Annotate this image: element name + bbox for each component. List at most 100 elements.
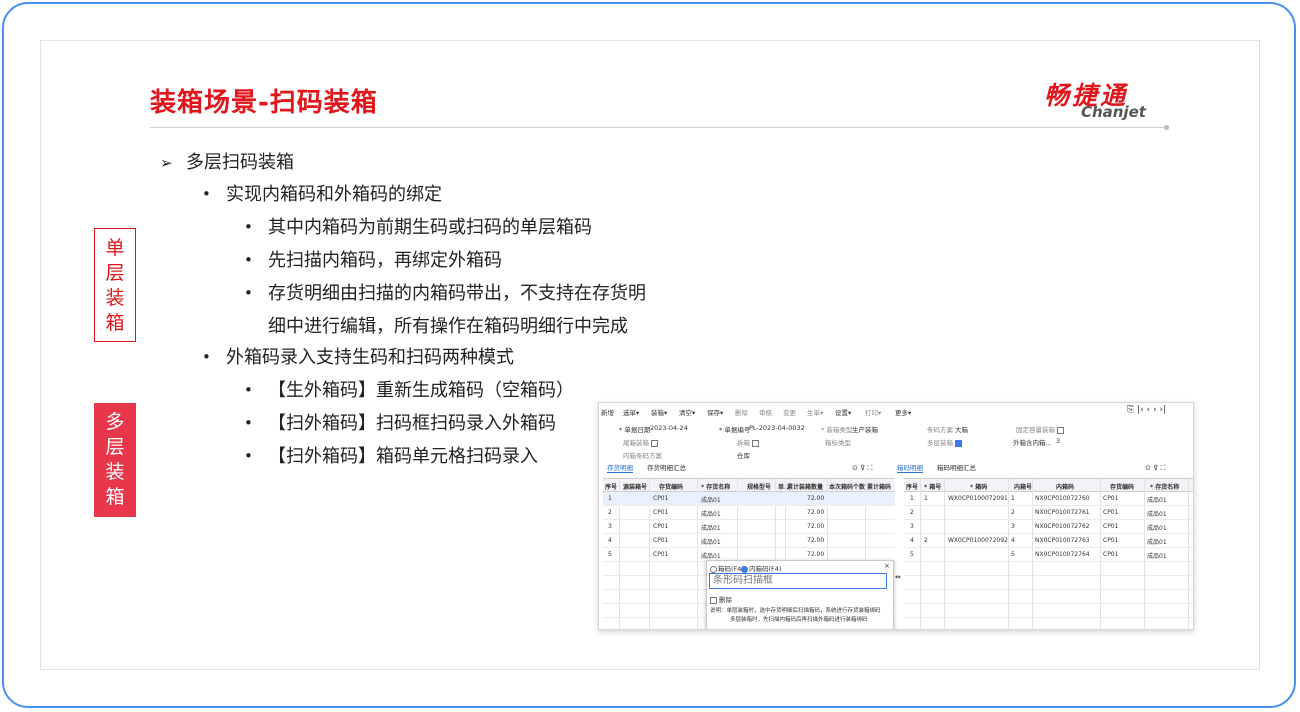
table-row[interactable]: 2: [608, 509, 612, 516]
record-nav-icon[interactable]: ⎘ |‹ ‹ › ›|: [1127, 405, 1166, 415]
col-inventory-name: * 存货名称: [1150, 484, 1180, 491]
table-cell: 2: [1011, 509, 1015, 516]
bullet-l3c-line1: 存货明细由扫描的内箱码带出，不支持在存货明: [268, 283, 646, 304]
table-cell: 成品01: [701, 553, 721, 560]
toolbar-change-button[interactable]: 变更: [783, 407, 796, 417]
multi-layer-char: 层: [105, 436, 125, 458]
table-row[interactable]: 5: [608, 551, 612, 558]
radio-on-icon: [741, 565, 748, 573]
inner-box-code-radio[interactable]: 内箱码(F4): [741, 563, 781, 573]
bullet-dot-icon: •: [202, 348, 211, 366]
table-cell: NX0CP010072762: [1035, 523, 1090, 530]
date-field[interactable]: 2023-04-24: [650, 424, 688, 432]
tail-box-checkbox[interactable]: [651, 439, 658, 447]
table-cell: 成品01: [701, 525, 721, 532]
table-row[interactable]: 2: [910, 509, 914, 516]
single-layer-label: 单 层 装 箱: [94, 228, 136, 342]
bullet-l3c-line2: 细中进行编辑，所有操作在箱码明细行中完成: [268, 316, 628, 337]
scheme-field[interactable]: 大箱: [955, 424, 968, 434]
bullet-l2a: 实现内箱码和外箱码的绑定: [226, 184, 442, 205]
bullet-dot-icon: •: [244, 447, 253, 465]
toolbar-select-button[interactable]: 选单▾: [623, 407, 639, 417]
title-divider-dot: [1164, 125, 1169, 130]
multi-layer-label: 多 层 装 箱: [94, 403, 136, 517]
table-cell: 成品01: [1147, 539, 1167, 546]
bullet-dot-icon: •: [244, 251, 253, 269]
col-seq: 序号: [605, 484, 618, 491]
toolbar-delete-button[interactable]: 删除: [735, 407, 748, 417]
tab-inventory-summary[interactable]: 存货明细汇总: [647, 462, 686, 472]
bullet-l3a: 其中内箱码为前期生码或扫码的单层箱码: [268, 217, 592, 238]
toolbar-save-button[interactable]: 保存▾: [707, 407, 723, 417]
delete-option[interactable]: 删除: [710, 594, 732, 604]
table-row[interactable]: 3: [608, 523, 612, 530]
title-divider: [150, 127, 1168, 128]
toolbar-generate-button[interactable]: 生单▾: [807, 407, 823, 417]
table-cell: WX0CP0100072092: [948, 537, 1008, 544]
single-layer-char: 装: [105, 287, 125, 309]
single-layer-char: 单: [105, 237, 125, 259]
toolbar-more-button[interactable]: 更多▾: [895, 407, 911, 417]
table-cell: 5: [1011, 551, 1015, 558]
table-cell: 72.00: [807, 537, 825, 544]
table-cell: NX0CP010072763: [1035, 537, 1090, 544]
col-inner-box-no: 内箱号: [1014, 484, 1033, 491]
right-tools-icon[interactable]: ⊙ ⊽ ⛶: [1145, 464, 1165, 473]
table-cell: 1: [924, 495, 928, 502]
table-row[interactable]: 4: [910, 537, 914, 544]
col-inventory-name: * 存货名称: [701, 484, 731, 491]
chanjet-logo-en: Chanjet: [1081, 103, 1146, 121]
table-cell: 3: [1011, 523, 1015, 530]
table-cell: 2: [924, 537, 928, 544]
table-row[interactable]: 5: [910, 551, 914, 558]
multi-layer-char: 多: [105, 411, 125, 433]
col-total-boxcode: 累计箱码: [867, 484, 892, 491]
code-field[interactable]: PL-2023-04-0032: [749, 424, 805, 432]
barcode-scan-input[interactable]: 条形码扫描框: [709, 573, 887, 589]
toolbar-new-button[interactable]: 新增: [601, 407, 614, 417]
splitter-handle-icon[interactable]: ⇹: [895, 573, 901, 581]
bullet-l3d: 【生外箱码】重新生成箱码（空箱码）: [268, 380, 574, 401]
outer-inner-field[interactable]: 3: [1056, 437, 1060, 445]
table-cell: CP01: [1103, 509, 1119, 516]
fixed-capacity-checkbox[interactable]: [1057, 426, 1064, 434]
left-tools-icon[interactable]: ⊙ ⊽ ⛶: [852, 464, 872, 473]
outer-inner-label: 外箱含内箱...: [1013, 439, 1052, 447]
toolbar-audit-button[interactable]: 审核: [759, 407, 772, 417]
toolbar-clear-button[interactable]: 清空▾: [679, 407, 695, 417]
packing-app-window: 新增 选单▾ 装箱▾ 清空▾ 保存▾ 删除 审核 变更 生单▾ 设置▾ 打印▾ …: [598, 402, 1194, 630]
close-icon[interactable]: ×: [884, 562, 890, 570]
box-code-radio[interactable]: 箱码(F4): [710, 563, 744, 573]
table-cell: CP01: [1103, 523, 1119, 530]
multi-layer-checkbox[interactable]: [955, 439, 962, 447]
col-source-box: 源装箱号: [623, 484, 648, 491]
tab-inventory-detail[interactable]: 存货明细: [607, 462, 633, 473]
table-row[interactable]: 4: [608, 537, 612, 544]
type-field[interactable]: 生产装箱: [852, 424, 878, 434]
col-seq: 序号: [906, 484, 919, 491]
table-cell: CP01: [653, 551, 669, 558]
unbox-checkbox[interactable]: [752, 439, 759, 447]
tab-boxcode-detail[interactable]: 箱码明细: [897, 462, 923, 473]
radio-off-icon: [710, 565, 717, 573]
inner-scheme-label: 内箱条码方案: [623, 452, 662, 460]
col-inner-box-code: 内箱码: [1056, 484, 1075, 491]
toolbar-print-button[interactable]: 打印▾: [865, 407, 881, 417]
bullet-l3f: 【扫外箱码】箱码单元格扫码录入: [268, 446, 538, 467]
tab-boxcode-summary[interactable]: 箱码明细汇总: [937, 462, 976, 472]
unbox-label: 拆箱: [737, 437, 759, 447]
delete-checkbox[interactable]: [710, 596, 717, 604]
table-cell: 成品01: [1147, 511, 1167, 518]
table-cell: NX0CP010072761: [1035, 509, 1090, 516]
bullet-l2b: 外箱码录入支持生码和扫码两种模式: [226, 347, 514, 368]
table-cell: CP01: [1103, 537, 1119, 544]
table-row[interactable]: 1: [910, 495, 914, 502]
toolbar-settings-button[interactable]: 设置▾: [835, 407, 851, 417]
table-row[interactable]: 1: [608, 495, 612, 502]
table-row[interactable]: 3: [910, 523, 914, 530]
boxcode-grid: 序号 * 箱号 * 箱码 内箱号 内箱码 存货编码 * 存货名称 1 1 WX0…: [904, 478, 1193, 629]
warehouse-label: 仓库: [737, 452, 750, 460]
toolbar-pack-button[interactable]: 装箱▾: [651, 407, 667, 417]
col-inventory-code: 存货编码: [659, 484, 684, 491]
bullet-l3b: 先扫描内箱码，再绑定外箱码: [268, 250, 502, 271]
